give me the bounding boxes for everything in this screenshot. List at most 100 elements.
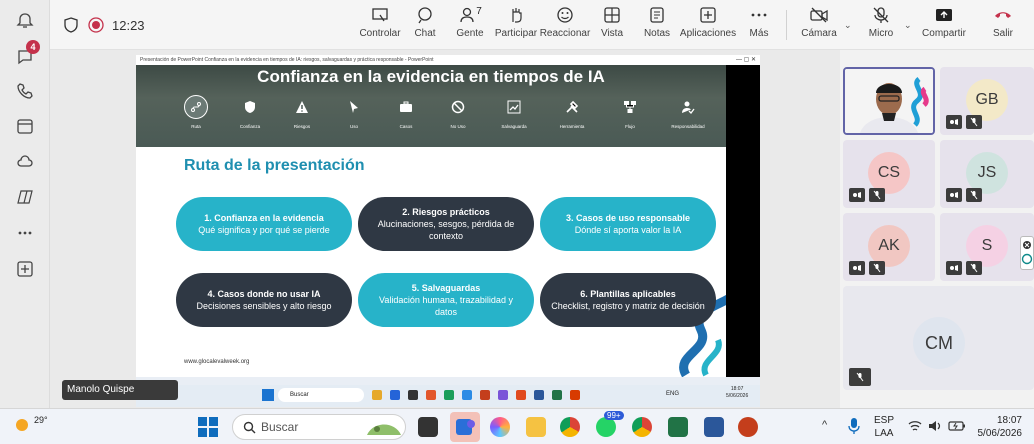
nav-item-responsabilidad[interactable]: Responsabilidad xyxy=(666,95,710,129)
powerpoint-icon[interactable] xyxy=(738,417,758,437)
video-off-icon xyxy=(849,261,865,275)
notes-button[interactable]: Notas xyxy=(642,6,672,46)
camera-button[interactable]: Cámara xyxy=(801,6,837,46)
weather-widget[interactable]: 29° xyxy=(12,415,48,435)
volume-icon[interactable] xyxy=(928,420,942,432)
excel-icon[interactable] xyxy=(668,417,688,437)
nav-item-casos[interactable]: Casos xyxy=(384,95,428,129)
window-controls: — ▢ ✕ xyxy=(735,57,756,63)
cloud-icon[interactable] xyxy=(12,148,38,174)
bell-icon[interactable] xyxy=(12,8,38,34)
participant-tile[interactable]: AK xyxy=(843,213,935,281)
inner-app-icons xyxy=(372,390,612,400)
phone-icon[interactable] xyxy=(12,78,38,104)
nav-item-uso[interactable]: Uso xyxy=(332,95,376,129)
copilot-icon[interactable] xyxy=(12,184,38,210)
participant-tile[interactable]: CM xyxy=(843,286,1034,390)
avatar: CM xyxy=(913,317,965,369)
mic-off-icon xyxy=(966,115,982,129)
search-highlight-icon xyxy=(367,424,401,435)
people-button[interactable]: 7 Gente xyxy=(454,6,486,46)
mic-off-icon xyxy=(869,261,885,275)
participant-tile[interactable]: CS xyxy=(843,140,935,208)
battery-icon[interactable] xyxy=(948,420,966,432)
slide-margin xyxy=(726,65,760,377)
nav-item-riesgos[interactable]: Riesgos xyxy=(280,95,324,129)
inner-windows-icon xyxy=(262,389,274,401)
card-confianza: 1. Confianza en la evidencia Qué signifi… xyxy=(176,197,352,251)
card-plantillas: 6. Plantillas aplicables Checklist, regi… xyxy=(540,273,716,327)
calendar-icon[interactable] xyxy=(12,113,38,139)
nav-item-herramienta[interactable]: Herramienta xyxy=(550,95,594,129)
microphone-tray-icon[interactable] xyxy=(848,417,860,435)
card-no-usar: 4. Casos donde no usar IA Decisiones sen… xyxy=(176,273,352,327)
video-off-icon xyxy=(946,261,962,275)
mic-off-icon xyxy=(966,261,982,275)
participant-tile[interactable]: JS xyxy=(940,140,1034,208)
inner-clock: 18:07 5/06/2026 xyxy=(726,386,749,399)
chat-badge: 4 xyxy=(26,40,40,54)
wifi-icon[interactable] xyxy=(908,420,922,432)
teams-active-icon[interactable] xyxy=(450,412,480,442)
language-indicator[interactable]: ESP LAA xyxy=(874,414,894,440)
chat-button[interactable]: Chat xyxy=(410,6,440,46)
mic-options-chevron-icon[interactable]: ⌄ xyxy=(904,20,912,31)
people-count: 7 xyxy=(476,6,482,17)
toolbar-divider xyxy=(786,10,787,40)
system-clock[interactable]: 18:07 5/06/2026 xyxy=(976,414,1023,440)
slide-header: Confianza en la evidencia en tiempos de … xyxy=(136,65,726,147)
participant-tile[interactable]: GB xyxy=(940,67,1034,135)
whatsapp-icon[interactable] xyxy=(596,417,616,437)
video-off-icon xyxy=(946,115,962,129)
share-button[interactable]: Compartir xyxy=(922,6,966,46)
sun-icon xyxy=(16,419,28,431)
card-salvaguardas: 5. Salvaguardas Validación humana, traza… xyxy=(358,273,534,327)
apps-button[interactable]: Aplicaciones xyxy=(680,6,736,46)
taskbar-search[interactable]: Buscar xyxy=(232,414,406,440)
shield-icon[interactable] xyxy=(64,17,78,33)
control-button[interactable]: Controlar xyxy=(359,6,401,46)
route-title: Ruta de la presentación xyxy=(184,157,365,174)
nav-item-no-uso[interactable]: No Uso xyxy=(436,95,480,129)
nav-item-ruta[interactable]: Ruta xyxy=(174,95,218,129)
search-icon xyxy=(243,421,256,434)
slide-url: www.glocalevalweek.org xyxy=(184,359,250,365)
record-icon xyxy=(88,17,104,33)
nav-item-salvaguarda[interactable]: Salvaguarda xyxy=(492,95,536,129)
add-app-icon[interactable] xyxy=(12,256,38,282)
card-riesgos: 2. Riesgos prácticos Alucinaciones, sesg… xyxy=(358,197,534,251)
chrome-profile-icon[interactable] xyxy=(632,417,652,437)
slide: Confianza en la evidencia en tiempos de … xyxy=(136,65,726,377)
presenter-name: Manolo Quispe xyxy=(62,380,178,400)
word-icon[interactable] xyxy=(704,417,724,437)
whatsapp-badge: 99+ xyxy=(604,411,624,420)
active-speaker-tile[interactable] xyxy=(843,67,935,135)
view-button[interactable]: Vista xyxy=(598,6,626,46)
nav-item-flujo[interactable]: Flujo xyxy=(608,95,652,129)
nav-item-confianza[interactable]: Confianza xyxy=(228,95,272,129)
inner-scrollbar xyxy=(136,377,760,385)
more-apps-icon[interactable] xyxy=(12,220,38,246)
more-button[interactable]: Más xyxy=(748,6,770,46)
tray-chevron-icon[interactable]: ^ xyxy=(822,419,827,431)
chrome-icon[interactable] xyxy=(560,417,580,437)
inner-search: Buscar xyxy=(278,388,364,402)
camera-options-chevron-icon[interactable]: ⌄ xyxy=(844,20,852,31)
video-off-icon xyxy=(849,188,865,202)
slide-title: Confianza en la evidencia en tiempos de … xyxy=(257,67,605,86)
video-off-icon xyxy=(946,188,962,202)
task-view-icon[interactable] xyxy=(418,417,438,437)
shared-taskbar: Buscar ENG 18:07 5/06/2026 xyxy=(136,385,760,407)
leave-button[interactable]: Salir xyxy=(990,6,1016,46)
mic-button[interactable]: Micro xyxy=(868,6,894,46)
shared-screen: Presentación de PowerPoint Confianza en … xyxy=(136,55,760,385)
react-button[interactable]: Reaccionar xyxy=(540,6,590,46)
windows-start-icon[interactable] xyxy=(198,417,218,437)
raise-hand-button[interactable]: Participar xyxy=(495,6,537,46)
side-panel-toggle[interactable] xyxy=(1020,236,1034,270)
card-casos-uso: 3. Casos de uso responsable Dónde sí apo… xyxy=(540,197,716,251)
mic-off-icon xyxy=(966,188,982,202)
powerpoint-titlebar: Presentación de PowerPoint Confianza en … xyxy=(136,55,760,65)
file-explorer-icon[interactable] xyxy=(526,417,546,437)
copilot-app-icon[interactable] xyxy=(490,417,510,437)
